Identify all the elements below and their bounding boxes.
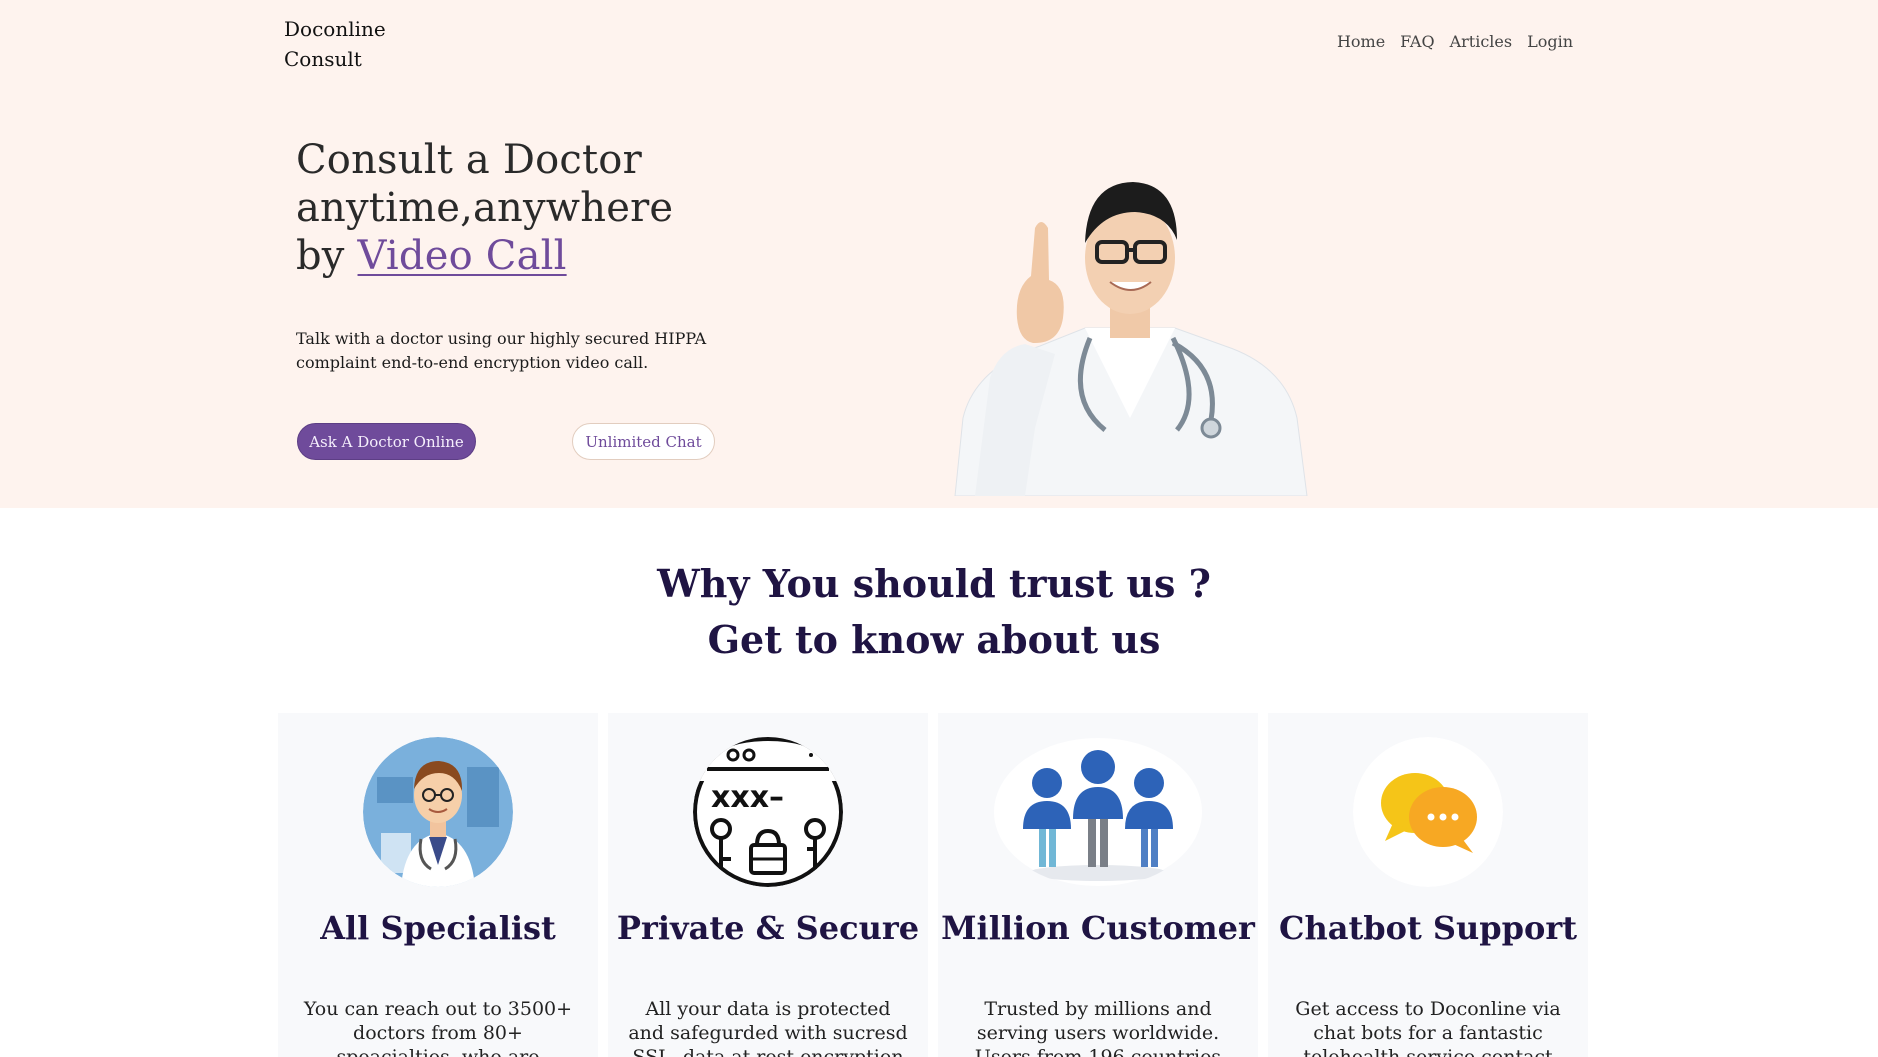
nav-home[interactable]: Home: [1337, 32, 1385, 51]
video-call-link[interactable]: Video Call: [358, 233, 567, 279]
hero-section: Doconline Consult Home FAQ Articles Logi…: [0, 0, 1878, 508]
people-group-icon: [993, 737, 1203, 887]
card-private-secure: xxx– Private & Secure All your data is p…: [608, 713, 928, 1057]
feature-cards: All Specialist You can reach out to 3500…: [278, 713, 1588, 1057]
nav-login[interactable]: Login: [1527, 32, 1573, 51]
card-text: All your data is protected and safegurde…: [628, 998, 908, 1057]
nav-articles[interactable]: Articles: [1450, 32, 1513, 51]
brand-line-2: Consult: [284, 47, 362, 71]
hero-title-line-1: Consult a Doctor: [296, 137, 642, 183]
brand-logo[interactable]: Doconline Consult: [284, 14, 386, 74]
card-chatbot-support: Chatbot Support Get access to Doconline …: [1268, 713, 1588, 1057]
hero-title: Consult a Doctor anytime,anywhere by Vid…: [296, 136, 673, 280]
chat-bubbles-icon: [1353, 737, 1503, 887]
nav-faq[interactable]: FAQ: [1400, 32, 1434, 51]
card-million-customer: Million Customer Trusted by millions and…: [938, 713, 1258, 1057]
card-title: Private & Secure: [616, 909, 920, 947]
ask-doctor-button[interactable]: Ask A Doctor Online: [297, 423, 476, 460]
hero-title-line-3: by Video Call: [296, 232, 673, 280]
card-text: You can reach out to 3500+ doctors from …: [303, 998, 573, 1057]
doctor-illustration: [954, 182, 1308, 496]
card-text: Trusted by millions and serving users wo…: [974, 998, 1222, 1057]
card-title: Million Customer: [941, 909, 1255, 947]
card-text: Get access to Doconline via chat bots fo…: [1295, 998, 1561, 1057]
card-all-specialist: All Specialist You can reach out to 3500…: [278, 713, 598, 1057]
hero-description: Talk with a doctor using our highly secu…: [296, 329, 707, 372]
trust-heading-line-1: Why You should trust us ?: [657, 561, 1211, 606]
doctor-avatar-icon: [363, 737, 513, 887]
hero-title-by: by: [296, 233, 358, 279]
trust-heading: Why You should trust us ? Get to know ab…: [0, 556, 1868, 668]
top-nav: Home FAQ Articles Login: [1337, 32, 1573, 51]
svg-text:xxx–: xxx–: [711, 780, 784, 815]
brand-line-1: Doconline: [284, 17, 386, 41]
security-lock-icon: xxx–: [693, 737, 843, 887]
hero-title-line-2: anytime,anywhere: [296, 185, 674, 231]
unlimited-chat-button[interactable]: Unlimited Chat: [572, 423, 715, 460]
trust-heading-line-2: Get to know about us: [707, 617, 1161, 662]
card-title: Chatbot Support: [1279, 909, 1577, 947]
card-title: All Specialist: [320, 909, 556, 947]
